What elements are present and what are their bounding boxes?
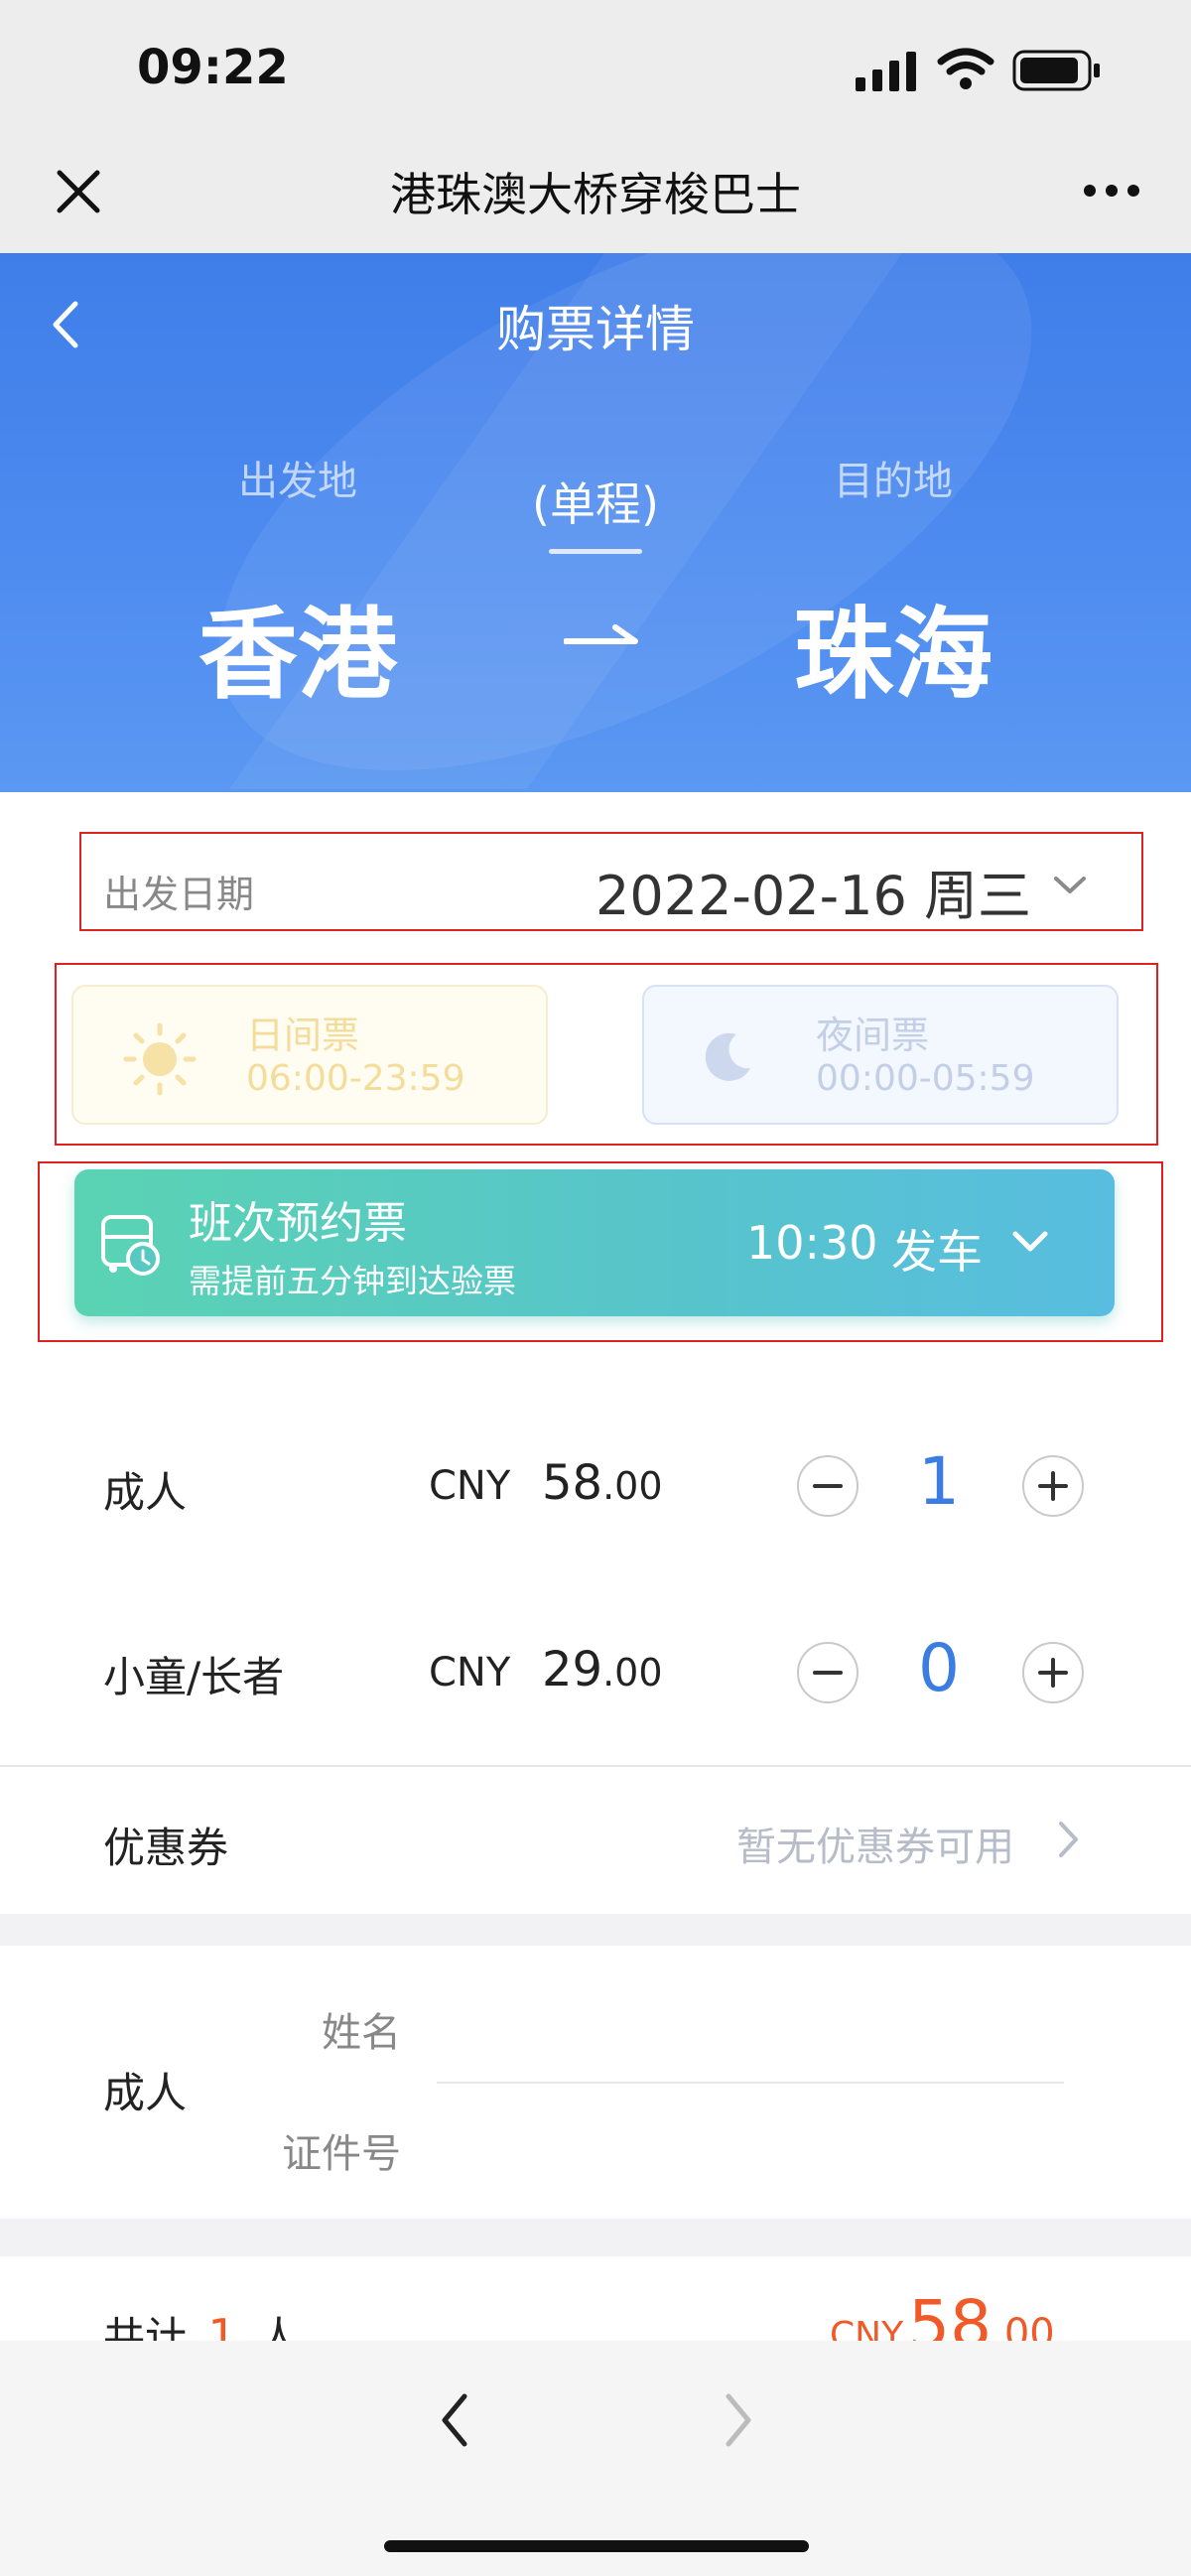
day-ticket-hours: 06:00-23:59 <box>246 1058 465 1099</box>
page-title: 购票详情 <box>496 301 695 358</box>
scheduled-ticket-note: 需提前五分钟到达验票 <box>189 1262 516 1300</box>
origin-label: 出发地 <box>238 459 357 504</box>
total-passengers: 共计 1 人 <box>103 2304 300 2341</box>
total-count: 1 <box>207 2309 237 2341</box>
child-senior-price-decimal: .00 <box>602 1651 663 1695</box>
adult-quantity: 1 <box>918 1443 960 1520</box>
day-ticket-name: 日间票 <box>246 1014 360 1057</box>
sun-icon <box>123 1022 197 1096</box>
passenger-type-label: 成人 <box>103 2069 188 2117</box>
child-senior-increase-button[interactable] <box>1022 1642 1084 1703</box>
adult-increase-button[interactable] <box>1022 1455 1084 1517</box>
plus-icon <box>1038 1471 1068 1501</box>
order-total-section: 共计 1 人 CNY 58.00 <box>0 2256 1191 2341</box>
departure-date-label: 出发日期 <box>103 873 255 916</box>
total-amount: CNY 58.00 <box>830 2286 1055 2341</box>
chevron-down-icon <box>1010 1229 1050 1255</box>
departure-time: 10:30 <box>746 1216 878 1270</box>
moon-icon <box>697 1028 756 1088</box>
child-senior-fare-currency: CNY <box>429 1650 511 1695</box>
wifi-icon <box>937 48 994 91</box>
section-gap <box>0 2219 1191 2256</box>
mini-program-title: 港珠澳大桥穿梭巴士 <box>390 168 801 221</box>
child-senior-fare-price: 29.00 <box>542 1642 663 1697</box>
battery-icon <box>1012 50 1102 91</box>
total-suffix: 人 <box>258 2313 301 2341</box>
child-senior-fare-label: 小童/长者 <box>103 1653 285 1701</box>
adult-fare-price-decimal: .00 <box>602 1464 663 1508</box>
minus-icon <box>813 1671 843 1675</box>
trip-type-underline <box>549 549 642 554</box>
coupon-label: 优惠券 <box>103 1824 229 1872</box>
home-indicator <box>384 2540 809 2552</box>
total-prefix: 共计 <box>103 2313 188 2341</box>
adult-fare-price: 58.00 <box>542 1455 663 1511</box>
night-ticket-hours: 00:00-05:59 <box>816 1058 1035 1099</box>
cellular-signal-icon <box>856 52 917 91</box>
depart-label: 发车 <box>891 1225 983 1279</box>
destination-label: 目的地 <box>834 459 953 504</box>
adult-fare-label: 成人 <box>103 1468 188 1517</box>
forward-icon[interactable] <box>719 2388 758 2452</box>
destination-city: 珠海 <box>794 597 992 713</box>
adult-decrease-button[interactable] <box>797 1455 859 1517</box>
adult-fare-currency: CNY <box>429 1463 511 1509</box>
section-gap <box>0 1914 1191 1946</box>
chevron-right-icon <box>1056 1819 1082 1860</box>
coupon-value: 暂无优惠券可用 <box>736 1825 1014 1870</box>
child-senior-quantity: 0 <box>918 1630 960 1706</box>
passenger-name-field[interactable] <box>437 1985 1064 2075</box>
child-senior-price-integer: 29 <box>542 1642 603 1697</box>
minus-icon <box>813 1484 843 1488</box>
scheduled-ticket-title: 班次预约票 <box>189 1198 407 1249</box>
status-time: 09:22 <box>137 40 289 95</box>
night-ticket-name: 夜间票 <box>816 1014 930 1057</box>
booking-form <box>0 792 1191 1914</box>
origin-city: 香港 <box>198 597 397 713</box>
passenger-name-label: 姓名 <box>322 2010 401 2056</box>
departure-date-value: 2022-02-16 周三 <box>596 865 1031 927</box>
more-options-icon[interactable] <box>1082 183 1141 199</box>
back-icon[interactable] <box>435 2388 474 2452</box>
total-currency: CNY <box>830 2315 904 2341</box>
total-amount-decimal: .00 <box>992 2311 1055 2341</box>
route-arrow-icon <box>563 617 643 657</box>
trip-type-tab[interactable]: (单程) <box>496 469 695 534</box>
passenger-id-field[interactable] <box>437 2093 1064 2182</box>
passenger-id-label: 证件号 <box>282 2131 401 2177</box>
field-divider <box>437 2082 1064 2084</box>
adult-fare-price-integer: 58 <box>542 1455 603 1511</box>
total-amount-integer: 58 <box>908 2286 992 2341</box>
child-senior-decrease-button[interactable] <box>797 1642 859 1703</box>
chevron-down-icon <box>1052 874 1088 897</box>
bus-clock-icon <box>99 1213 165 1277</box>
plus-icon <box>1038 1658 1068 1688</box>
